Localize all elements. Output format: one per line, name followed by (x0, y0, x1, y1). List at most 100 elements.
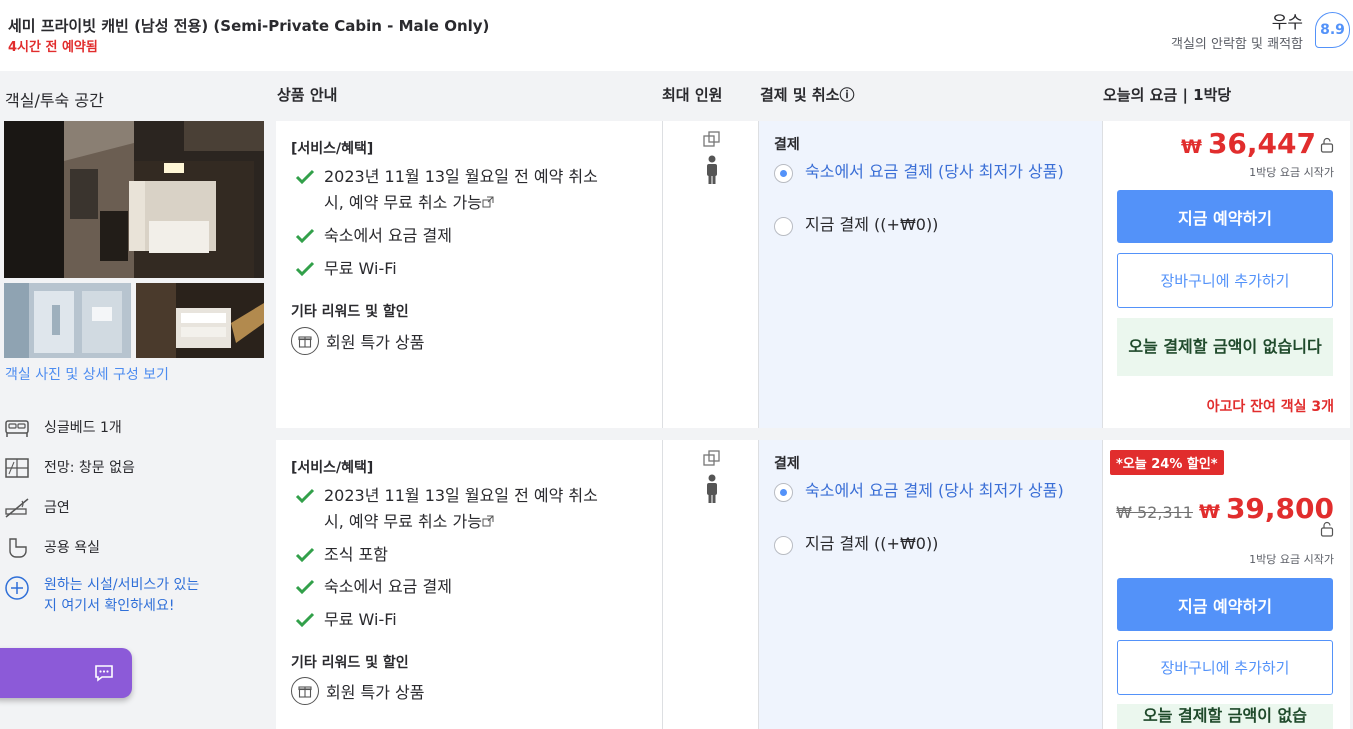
benefit-text: 2023년 11월 13일 월요일 전 예약 취소 (324, 167, 598, 186)
offer-row-2: [서비스/혜택] 2023년 11월 13일 월요일 전 예약 취소 시, 예약… (276, 440, 1350, 729)
no-smoking-icon (5, 498, 29, 518)
no-payment-today-notice: 오늘 결제할 금액이 없습니다 (1117, 318, 1333, 376)
rating-description: 객실의 안락함 및 쾌적함 (1171, 37, 1303, 52)
offer-1-price: ₩ 36,447 1박당 요금 시작가 지금 예약하기 장바구니에 추가하기 오… (1103, 121, 1350, 428)
benefit-text: 시, 예약 무료 취소 가능 (324, 193, 482, 212)
offer-2-occupancy (663, 440, 759, 729)
benefit-pay-at-property: 숙소에서 요금 결제 (295, 223, 635, 249)
facility-nonsmoking: 금연 (4, 497, 70, 519)
pay-at-property-option[interactable]: 숙소에서 요금 결제 (당사 최저가 상품) (774, 480, 1074, 502)
offer-1-services: [서비스/혜택] 2023년 11월 13일 월요일 전 예약 취소 시, 예약… (276, 121, 663, 428)
rooms-left-notice: 아고다 잔여 객실 3개 (1206, 399, 1334, 415)
per-night-note: 1박당 요금 시작가 (1249, 553, 1334, 566)
room-title: 세미 프라이빗 캐빈 (남성 전용) (Semi-Private Cabin -… (8, 17, 490, 35)
price-line: ₩ 52,311 ₩ 39,800 (1116, 492, 1334, 525)
find-facilities-line-1: 원하는 시설/서비스가 있는 (44, 577, 200, 593)
benefit-text: 숙소에서 요금 결제 (324, 577, 452, 596)
check-icon (295, 169, 315, 185)
radio-unselected[interactable] (774, 217, 793, 236)
check-icon (295, 547, 315, 563)
find-facilities-line-2: 지 여기서 확인하세요! (44, 598, 175, 614)
services-heading: [서비스/혜택] (291, 460, 374, 476)
col-header-product-info: 상품 안내 (277, 86, 338, 104)
other-rewards-heading: 기타 리워드 및 할인 (291, 304, 409, 320)
benefit-free-wifi: 무료 Wi-Fi (295, 607, 635, 633)
external-link-icon[interactable] (482, 515, 494, 527)
find-facilities-link[interactable]: 원하는 시설/서비스가 있는 지 여기서 확인하세요! (4, 575, 199, 617)
original-price: ₩ 52,311 (1116, 503, 1193, 522)
benefit-text: 조식 포함 (324, 545, 388, 564)
popout-icon[interactable] (703, 450, 721, 466)
window-icon (5, 458, 29, 478)
gift-icon (291, 327, 319, 355)
price-amount: 39,800 (1225, 492, 1334, 525)
benefit-free-wifi: 무료 Wi-Fi (295, 256, 635, 282)
col-header-max-guests: 최대 인원 (662, 86, 723, 104)
lock-icon (1320, 137, 1334, 153)
check-icon (295, 612, 315, 628)
room-photos-link[interactable]: 객실 사진 및 상세 구성 보기 (5, 364, 169, 384)
pay-option-label: 숙소에서 요금 결제 (당사 최저가 상품) (805, 481, 1064, 500)
review-score-badge[interactable]: 8.9 (1315, 12, 1350, 48)
popout-icon[interactable] (703, 131, 721, 147)
bathtub-icon (9, 538, 27, 558)
bed-icon (5, 420, 29, 437)
radio-selected[interactable] (774, 483, 793, 502)
add-to-cart-button[interactable]: 장바구니에 추가하기 (1117, 640, 1333, 695)
add-to-cart-button[interactable]: 장바구니에 추가하기 (1117, 253, 1333, 308)
offer-1-payment: 결제 숙소에서 요금 결제 (당사 최저가 상품) 지금 결제 ((+₩0)) (759, 121, 1103, 428)
col-header-today-rate: 오늘의 요금 | 1박당 (1103, 86, 1232, 104)
book-now-button[interactable]: 지금 예약하기 (1117, 190, 1333, 243)
payment-heading: 결제 (774, 137, 800, 153)
member-deal-label: 회원 특가 상품 (326, 683, 425, 702)
room-bathroom-photo[interactable] (4, 283, 131, 358)
other-rewards-heading: 기타 리워드 및 할인 (291, 655, 409, 671)
room-bedding-photo[interactable] (136, 283, 264, 358)
price-line: ₩ 36,447 (1181, 127, 1334, 160)
member-deal: 회원 특가 상품 (291, 327, 425, 355)
currency-symbol: ₩ (1180, 136, 1202, 158)
check-icon (295, 228, 315, 244)
facility-bathroom-label: 공용 욕실 (44, 540, 100, 556)
facility-bathroom: 공용 욕실 (4, 537, 100, 559)
col-header-payment-cancellation[interactable]: 결제 및 취소ⓘ (760, 84, 854, 105)
pay-now-option[interactable]: 지금 결제 ((+₩0)) (774, 533, 1074, 555)
pay-option-label: 지금 결제 ((+₩0)) (805, 534, 939, 553)
benefit-text: 무료 Wi-Fi (324, 259, 397, 278)
facility-view: 전망: 창문 없음 (4, 457, 135, 479)
member-deal-label: 회원 특가 상품 (326, 333, 425, 352)
discount-badge: *오늘 24% 할인* (1110, 450, 1224, 475)
offer-2-payment: 결제 숙소에서 요금 결제 (당사 최저가 상품) 지금 결제 ((+₩0)) (759, 440, 1103, 729)
external-link-icon[interactable] (482, 196, 494, 208)
radio-selected[interactable] (774, 164, 793, 183)
rating-word: 우수 (1271, 13, 1303, 33)
no-payment-today-notice: 오늘 결제할 금액이 없습 (1117, 704, 1333, 729)
pay-at-property-option[interactable]: 숙소에서 요금 결제 (당사 최저가 상품) (774, 161, 1074, 183)
benefit-text: 무료 Wi-Fi (324, 610, 397, 629)
person-icon (707, 474, 717, 503)
offer-row-1: [서비스/혜택] 2023년 11월 13일 월요일 전 예약 취소 시, 예약… (276, 121, 1350, 428)
room-main-photo[interactable] (4, 121, 264, 278)
services-heading: [서비스/혜택] (291, 141, 374, 157)
offer-2-price: *오늘 24% 할인* ₩ 52,311 ₩ 39,800 1박당 요금 시작가… (1103, 440, 1350, 729)
chat-button[interactable] (0, 648, 132, 698)
radio-unselected[interactable] (774, 536, 793, 555)
recent-booking-notice: 4시간 전 예약됨 (8, 40, 98, 55)
facility-nonsmoking-label: 금연 (44, 500, 70, 516)
pay-now-option[interactable]: 지금 결제 ((+₩0)) (774, 214, 1074, 236)
price-amount: 36,447 (1207, 127, 1316, 160)
check-icon (295, 488, 315, 504)
facility-bed: 싱글베드 1개 (4, 417, 122, 439)
book-now-button[interactable]: 지금 예약하기 (1117, 578, 1333, 631)
currency-symbol: ₩ (1198, 501, 1220, 523)
pay-option-label: 지금 결제 ((+₩0)) (805, 215, 939, 234)
plus-circle-icon (5, 576, 29, 600)
benefit-free-cancel: 2023년 11월 13일 월요일 전 예약 취소 시, 예약 무료 취소 가능 (295, 164, 635, 216)
benefit-pay-at-property: 숙소에서 요금 결제 (295, 574, 635, 600)
gift-icon (291, 677, 319, 705)
benefit-free-cancel: 2023년 11월 13일 월요일 전 예약 취소 시, 예약 무료 취소 가능 (295, 483, 635, 535)
payment-heading: 결제 (774, 456, 800, 472)
person-icon (707, 155, 717, 184)
lock-icon (1320, 521, 1334, 537)
benefit-breakfast: 조식 포함 (295, 542, 635, 568)
